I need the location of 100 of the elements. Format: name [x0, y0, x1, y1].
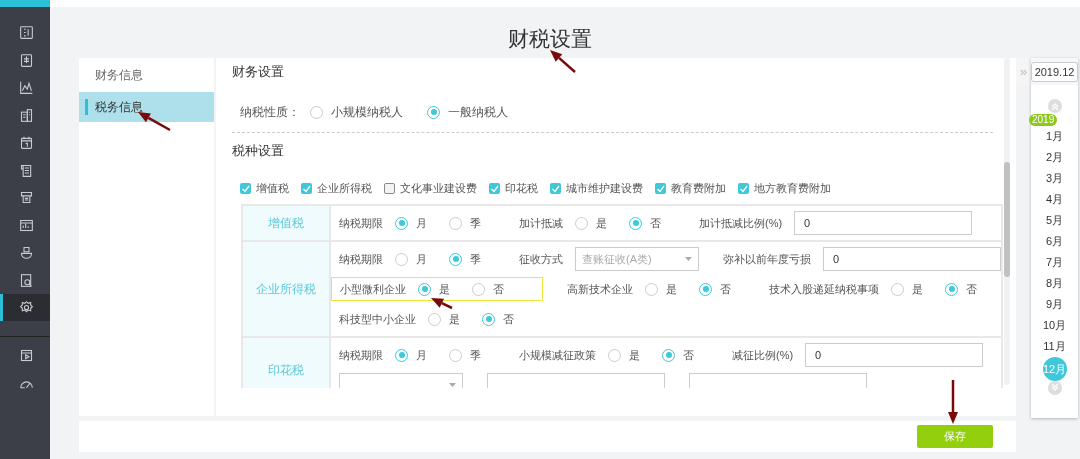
- annotation-arrow: [948, 380, 958, 424]
- radio-button[interactable]: [945, 282, 958, 296]
- input-field[interactable]: 0: [794, 211, 973, 235]
- nav-item[interactable]: [0, 294, 50, 321]
- tax-name: 增值税: [268, 216, 304, 229]
- month-item[interactable]: 5月: [1042, 210, 1067, 231]
- page-title: 财税设置: [508, 25, 592, 52]
- checkbox-label: 教育费附加: [671, 180, 726, 196]
- option-label: 是: [439, 281, 450, 297]
- option-label: 是: [629, 347, 640, 363]
- checkbox[interactable]: [550, 182, 561, 194]
- month-item[interactable]: 11月: [1042, 336, 1067, 357]
- period-field[interactable]: 2019.12: [1030, 61, 1079, 82]
- calendar-icon: [19, 135, 34, 151]
- radio-button[interactable]: [395, 252, 408, 266]
- checkbox[interactable]: [489, 182, 500, 194]
- radio-button[interactable]: [662, 348, 675, 362]
- document-icon: [19, 52, 34, 68]
- option-label: 月: [416, 215, 427, 231]
- input-field[interactable]: 0: [805, 343, 984, 367]
- radio-button[interactable]: [428, 312, 441, 326]
- field-label: 减征比例(%): [732, 347, 794, 363]
- field-label: 科技型中小企业: [339, 311, 416, 327]
- radio-button[interactable]: [482, 312, 495, 326]
- option-label: 季: [470, 215, 481, 231]
- field-label: 纳税期限: [339, 251, 383, 267]
- section-heading: 财务设置: [232, 64, 284, 81]
- checkbox[interactable]: [240, 182, 251, 194]
- month-item[interactable]: 10月: [1042, 315, 1067, 336]
- option-label: 季: [470, 347, 481, 363]
- scrollbar-thumb[interactable]: [1004, 162, 1010, 277]
- tax-name: 印花税: [268, 363, 304, 376]
- annotation-arrow: [138, 112, 171, 132]
- menu-item[interactable]: 财务信息: [79, 60, 214, 90]
- checkbox[interactable]: [738, 182, 749, 194]
- field-label: 加计抵减比例(%): [699, 215, 783, 231]
- building-icon: [19, 107, 34, 123]
- checkbox-label: 印花税: [505, 180, 538, 196]
- annotation-arrow: [431, 298, 453, 310]
- chart-icon: [19, 80, 34, 96]
- video-icon: [19, 348, 34, 364]
- radio-button[interactable]: [891, 282, 904, 296]
- option-label: 是: [666, 281, 677, 297]
- option-label: 是: [449, 311, 460, 327]
- report-icon: [19, 217, 34, 233]
- radio-button[interactable]: [449, 348, 462, 362]
- tax-name: 企业所得税: [256, 282, 316, 295]
- month-item[interactable]: 3月: [1042, 168, 1067, 189]
- radio-button[interactable]: [395, 216, 408, 230]
- scroll-up-icon[interactable]: [1047, 99, 1062, 113]
- radio-button[interactable]: [575, 216, 588, 230]
- section-heading: 税种设置: [232, 143, 284, 160]
- option-label: 否: [493, 281, 504, 297]
- radio-button[interactable]: [699, 282, 712, 296]
- option-label: 否: [503, 311, 514, 327]
- month-item[interactable]: 9月: [1042, 294, 1067, 315]
- checkbox-label: 文化事业建设费: [400, 180, 477, 196]
- option-label: 否: [650, 215, 661, 231]
- field-label: 小型微利企业: [340, 281, 406, 297]
- radio-button[interactable]: [427, 105, 440, 119]
- month-item[interactable]: 8月: [1042, 273, 1067, 294]
- option-label: 季: [470, 251, 481, 267]
- menu-item[interactable]: 税务信息: [79, 92, 214, 122]
- checkbox[interactable]: [384, 182, 395, 194]
- option-label: 月: [416, 347, 427, 363]
- checkbox-label: 地方教育费附加: [754, 180, 831, 196]
- field-label: 征收方式: [519, 251, 563, 267]
- input-field[interactable]: 0: [823, 247, 1001, 271]
- radio-button[interactable]: [645, 282, 658, 296]
- radio-button[interactable]: [608, 348, 621, 362]
- checkbox-label: 企业所得税: [317, 180, 372, 196]
- radio-button[interactable]: [395, 348, 408, 362]
- month-item[interactable]: 1月: [1042, 126, 1067, 147]
- field-label: 高新技术企业: [567, 281, 633, 297]
- checkbox-label: 城市维护建设费: [566, 180, 643, 196]
- radio-button[interactable]: [472, 282, 485, 296]
- field-label: 纳税期限: [339, 215, 383, 231]
- option-label: 是: [596, 215, 607, 231]
- month-item[interactable]: 6月: [1042, 231, 1067, 252]
- option-label: 是: [912, 281, 923, 297]
- option-label: 否: [720, 281, 731, 297]
- month-item[interactable]: 7月: [1042, 252, 1067, 273]
- field-label: 纳税期限: [339, 347, 383, 363]
- radio-button[interactable]: [418, 282, 431, 296]
- caret-icon: [449, 383, 456, 387]
- radio-button[interactable]: [449, 216, 462, 230]
- settings-icon: [19, 300, 34, 315]
- radio-button[interactable]: [449, 252, 462, 266]
- month-item[interactable]: 2月: [1042, 147, 1067, 168]
- scroll-down-icon[interactable]: [1047, 381, 1062, 395]
- option-label: 否: [683, 347, 694, 363]
- option-label: 小规模纳税人: [331, 103, 403, 121]
- checkbox[interactable]: [655, 182, 666, 194]
- brand-block: [0, 0, 50, 7]
- month-item[interactable]: 4月: [1042, 189, 1067, 210]
- radio-button[interactable]: [629, 216, 642, 230]
- radio-button[interactable]: [310, 105, 323, 119]
- caret-icon: [685, 257, 692, 261]
- option-label: 否: [966, 281, 977, 297]
- checkbox[interactable]: [301, 182, 312, 194]
